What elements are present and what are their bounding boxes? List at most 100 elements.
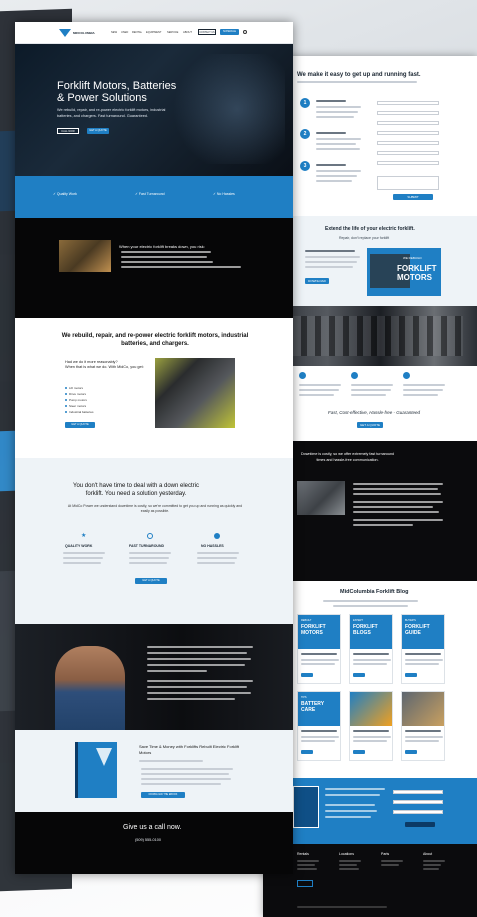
step-2-badge: 2 — [300, 129, 310, 139]
downtime-section: Downtime is costly, so we offer extremel… — [263, 441, 477, 581]
feature-no-hassles: ✓ No Hassles — [213, 192, 235, 196]
ebook-field-email[interactable] — [393, 800, 443, 804]
solution-title: You don't have time to deal with a down … — [73, 483, 199, 497]
extend-title: Extend the life of your electric forklif… — [325, 226, 415, 232]
form-field-email[interactable] — [377, 121, 439, 125]
ebook-cover — [75, 742, 117, 798]
rebuild-item-3: Pump motors — [69, 398, 87, 402]
tagline-quote-button[interactable]: GET A QUOTE — [357, 422, 383, 428]
ebook-field-company[interactable] — [393, 810, 443, 814]
nav-item-2[interactable]: USED — [121, 31, 128, 34]
downtime-title: Downtime is costly, so we offer extremel… — [301, 452, 395, 462]
nav-item-4[interactable]: EQUIPMENT — [146, 31, 161, 34]
motor-parts-photo — [155, 358, 235, 428]
process-icon-1 — [299, 372, 306, 379]
clock-icon — [147, 533, 153, 539]
worker-photo — [55, 646, 125, 730]
solution-subtitle: At MidCo Power we understand downtime is… — [67, 504, 243, 513]
footer-col-4[interactable]: About — [423, 852, 432, 856]
ebook-field-name[interactable] — [393, 790, 443, 794]
risk-section: When your electric forklift breaks down,… — [15, 218, 293, 318]
rebuild-item-1: Lift motors — [69, 386, 84, 390]
form-field-phone[interactable] — [377, 131, 439, 135]
footer-logo — [297, 880, 313, 887]
rebuild-title: We rebuild, repair, and re-power electri… — [61, 333, 249, 347]
footer-col-1[interactable]: Rentals — [297, 852, 309, 856]
hero-section: Forklift Motors, Batteries & Power Solut… — [15, 44, 293, 176]
form-field-model[interactable] — [377, 161, 439, 165]
blog-card-3[interactable]: BUYER'S FORKLIFT GUIDE — [401, 614, 445, 684]
search-icon[interactable] — [243, 30, 247, 34]
process-steps-section: Fast, Cost-effective, Hassle-free - Guar… — [263, 366, 477, 441]
ebook-download-button[interactable]: DOWNLOAD THE EBOOK — [141, 792, 185, 798]
process-icon-3 — [403, 372, 410, 379]
solution-section: You don't have time to deal with a down … — [15, 458, 293, 624]
rebuild-lead: Had we do it more reasonably? When that … — [65, 360, 144, 369]
process-icon-2 — [351, 372, 358, 379]
call-phone[interactable]: (509) 555-0100 — [135, 838, 161, 842]
hero-quote-button[interactable]: GET A QUOTE — [87, 128, 109, 134]
star-icon: ★ — [81, 533, 87, 539]
col-hassles-title: NO HASSLES — [201, 544, 224, 548]
blog-card-5[interactable] — [349, 691, 393, 761]
logo-icon — [59, 29, 71, 37]
hero-subtitle: We rebuild, repair, and re-power electri… — [57, 108, 166, 118]
footer-col-3[interactable]: Parts — [381, 852, 389, 856]
blog-card-1[interactable]: REBUILT FORKLIFT MOTORS — [297, 614, 341, 684]
form-submit-button[interactable]: SUBMIT — [393, 194, 433, 200]
ebook-signup-section — [263, 778, 477, 844]
top-nav: MIDCOLUMBIA NEW USED RENTAL EQUIPMENT SE… — [15, 22, 293, 44]
hero-title: Forklift Motors, Batteries & Power Solut… — [57, 80, 177, 104]
nav-item-5[interactable]: SERVICE — [167, 31, 178, 34]
form-field-zip[interactable] — [377, 141, 439, 145]
extend-life-section: Extend the life of your electric forklif… — [263, 216, 477, 306]
rebuild-item-5: Industrial batteries — [69, 410, 94, 414]
extend-download-button[interactable]: DOWNLOAD — [305, 278, 329, 284]
form-title: We make it easy to get up and running fa… — [297, 72, 421, 78]
extend-subtitle: Repair, don't replace your forklift — [339, 236, 390, 240]
back-page-screenshot: We make it easy to get up and running fa… — [263, 56, 477, 917]
blog-card-4[interactable]: TIPS BATTERY CARE — [297, 691, 341, 761]
blog-card-6[interactable] — [401, 691, 445, 761]
form-field-name[interactable] — [377, 101, 439, 105]
brand-name[interactable]: MIDCOLUMBIA — [73, 31, 95, 35]
parts-photo-strip — [263, 306, 477, 366]
form-field-message[interactable] — [377, 176, 439, 190]
smile-icon — [214, 533, 220, 539]
contact-button[interactable]: CONTACT US — [198, 29, 216, 35]
call-title: Give us a call now. — [123, 824, 182, 831]
tagline: Fast, Cost-effective, Hassle-free - Guar… — [328, 410, 421, 415]
front-page-screenshot: MIDCOLUMBIA NEW USED RENTAL EQUIPMENT SE… — [15, 22, 293, 874]
blog-title: MidColumbia Forklift Blog — [340, 589, 409, 595]
quote-form-section: We make it easy to get up and running fa… — [263, 56, 477, 216]
rebuild-quote-button[interactable]: GET A QUOTE — [65, 422, 95, 428]
nav-item-6[interactable]: ABOUT — [183, 31, 192, 34]
solution-quote-button[interactable]: GET A QUOTE — [135, 578, 167, 584]
ebook-submit-button[interactable] — [405, 822, 435, 827]
rebuild-item-2: Drive motors — [69, 392, 87, 396]
forklift-motors-promo: WE REBUILD FORKLIFT MOTORS — [367, 248, 441, 296]
ebook-section: Save Time & Money with Forklifts Rebuilt… — [15, 730, 293, 812]
features-bar: ✓ Quality Work ✓ Fast Turnaround ✓ No Ha… — [15, 176, 293, 218]
hero-call-button[interactable]: CALL NOW — [57, 128, 79, 134]
step-1-badge: 1 — [300, 98, 310, 108]
col-turnaround-title: FAST TURNAROUND — [129, 544, 164, 548]
feature-quality: ✓ Quality Work — [53, 192, 77, 196]
risk-title: When your electric forklift breaks down,… — [119, 244, 205, 249]
worker-section — [15, 624, 293, 730]
rebuild-section: We rebuild, repair, and re-power electri… — [15, 318, 293, 458]
technician-photo — [297, 481, 345, 515]
engine-photo — [59, 240, 111, 272]
blog-section: MidColumbia Forklift Blog REBUILT FORKLIF… — [263, 581, 477, 806]
nav-item-1[interactable]: NEW — [111, 31, 117, 34]
form-field-company[interactable] — [377, 111, 439, 115]
nav-item-3[interactable]: RENTAL — [132, 31, 142, 34]
ebook-title: Save Time & Money with Forklifts Rebuilt… — [139, 744, 240, 755]
schedule-button[interactable]: SCHEDULE — [220, 29, 239, 35]
rebuild-item-4: Steer motors — [69, 404, 87, 408]
blog-card-2[interactable]: EXPERT FORKLIFT BLOGS — [349, 614, 393, 684]
form-field-equipment[interactable] — [377, 151, 439, 155]
feature-turnaround: ✓ Fast Turnaround — [135, 192, 165, 196]
call-section: Give us a call now. (509) 555-0100 — [15, 812, 293, 874]
footer-col-2[interactable]: Locations — [339, 852, 354, 856]
